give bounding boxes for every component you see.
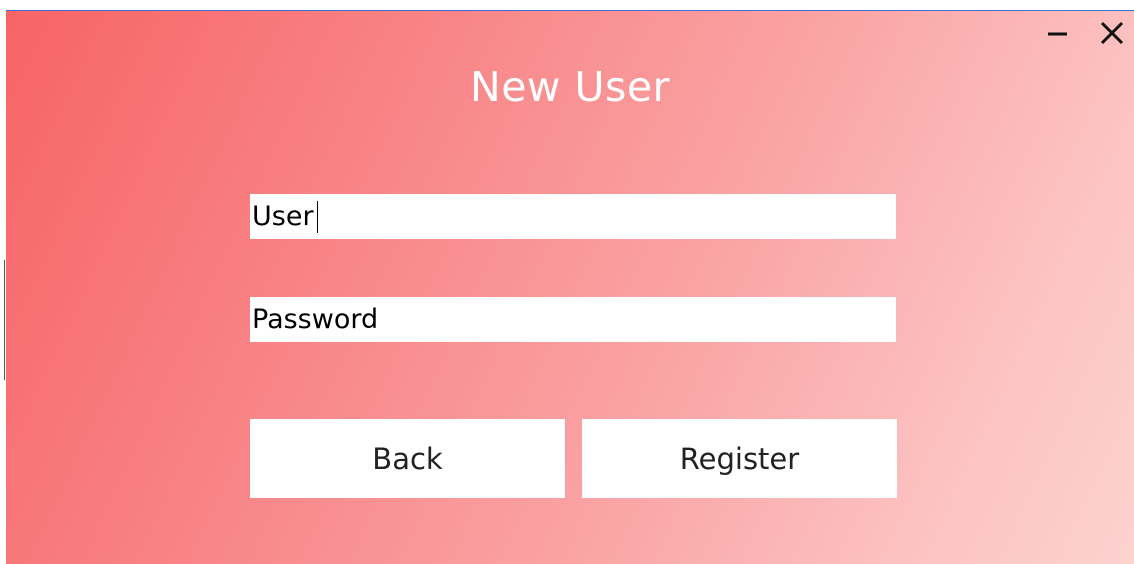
text-caret bbox=[317, 201, 318, 233]
window-controls bbox=[1042, 17, 1128, 49]
back-button[interactable]: Back bbox=[250, 419, 565, 498]
user-field[interactable] bbox=[250, 194, 896, 239]
minimize-button[interactable] bbox=[1042, 17, 1074, 49]
password-field[interactable] bbox=[250, 297, 896, 342]
minimize-icon bbox=[1048, 32, 1067, 36]
page-title: New User bbox=[470, 63, 670, 111]
register-button[interactable]: Register bbox=[582, 419, 897, 498]
close-icon bbox=[1100, 21, 1124, 45]
close-button[interactable] bbox=[1096, 17, 1128, 49]
new-user-window: New User Back Register bbox=[6, 10, 1134, 564]
